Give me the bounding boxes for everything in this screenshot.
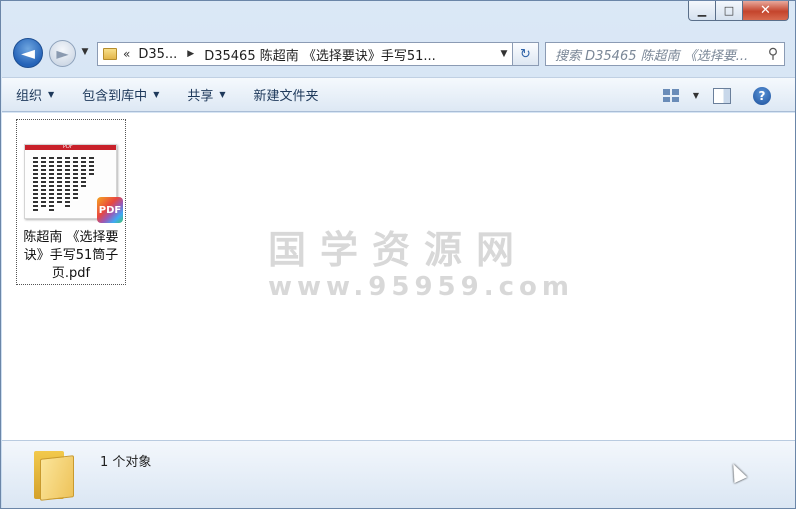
command-bar: 组织 ▼ 包含到库中 ▼ 共享 ▼ 新建文件夹 ▼ ?	[2, 77, 795, 112]
maximize-button[interactable]: □	[716, 1, 743, 21]
item-count: 1 个对象	[100, 455, 152, 470]
pdf-icon: PDF	[97, 197, 123, 223]
watermark-url: www.95959.com	[268, 272, 574, 302]
address-bar[interactable]: « D35... ▶ D35465 陈超南 《选择要诀》手写51... ▼	[97, 42, 513, 66]
watermark: 国学资源网 www.95959.com	[268, 219, 574, 302]
breadcrumb-segment[interactable]: D35...	[138, 47, 177, 62]
new-folder-label: 新建文件夹	[253, 89, 319, 104]
share-button[interactable]: 共享 ▼	[173, 82, 239, 108]
view-options-dropdown-icon[interactable]: ▼	[693, 91, 699, 100]
explorer-window: ▁ □ ✕ ◄ ► ▼ « D35... ▶ D35465 陈超南 《选择要诀》…	[0, 0, 796, 509]
breadcrumb-current[interactable]: D35465 陈超南 《选择要诀》手写51...	[204, 45, 496, 64]
arrow-left-icon: ◄	[21, 42, 35, 64]
mouse-cursor-icon	[726, 460, 748, 484]
address-overflow-chevron[interactable]: «	[123, 47, 130, 61]
back-button[interactable]: ◄	[13, 38, 43, 68]
chevron-down-icon: ▼	[48, 90, 55, 99]
caption-buttons: ▁ □ ✕	[688, 1, 789, 21]
file-list-pane[interactable]: PDF PDF 陈超南 《选择要诀》手写51筒子页.pdf 国学资源网 www.…	[2, 113, 795, 440]
include-in-library-button[interactable]: 包含到库中 ▼	[68, 82, 173, 108]
search-input[interactable]: 搜索 D35465 陈超南 《选择要... ⚲	[545, 42, 785, 66]
breadcrumb-separator-icon[interactable]: ▶	[187, 49, 194, 59]
refresh-button[interactable]: ↻	[513, 42, 539, 66]
watermark-title: 国学资源网	[268, 228, 529, 272]
include-in-library-label: 包含到库中	[82, 89, 148, 104]
close-button[interactable]: ✕	[743, 1, 789, 21]
minimize-button[interactable]: ▁	[688, 1, 716, 21]
file-name[interactable]: 陈超南 《选择要诀》手写51筒子页.pdf	[17, 229, 125, 283]
search-icon[interactable]: ⚲	[762, 46, 784, 62]
recent-pages-button[interactable]: ▼	[79, 47, 91, 59]
organize-label: 组织	[16, 89, 43, 104]
new-folder-button[interactable]: 新建文件夹	[240, 82, 333, 108]
change-view-icon[interactable]	[662, 89, 679, 102]
refresh-icon: ↻	[520, 46, 531, 62]
folder-icon	[103, 48, 117, 60]
address-dropdown-icon[interactable]: ▼	[496, 49, 512, 59]
share-label: 共享	[187, 89, 214, 104]
preview-pane-icon[interactable]	[713, 87, 731, 104]
details-pane: 1 个对象	[2, 440, 795, 508]
search-placeholder: 搜索 D35465 陈超南 《选择要...	[555, 48, 749, 64]
forward-button[interactable]: ►	[49, 40, 76, 67]
help-icon[interactable]: ?	[753, 86, 771, 105]
thumbnail-header-text: PDF	[63, 144, 73, 150]
chevron-down-icon: ▼	[153, 90, 160, 99]
toolbar-right-group: ▼ ?	[653, 78, 795, 113]
file-item[interactable]: PDF PDF 陈超南 《选择要诀》手写51筒子页.pdf	[16, 119, 126, 285]
arrow-right-icon: ►	[56, 44, 69, 63]
folder-icon	[34, 449, 76, 501]
chevron-down-icon: ▼	[219, 90, 226, 99]
organize-button[interactable]: 组织 ▼	[2, 82, 68, 108]
